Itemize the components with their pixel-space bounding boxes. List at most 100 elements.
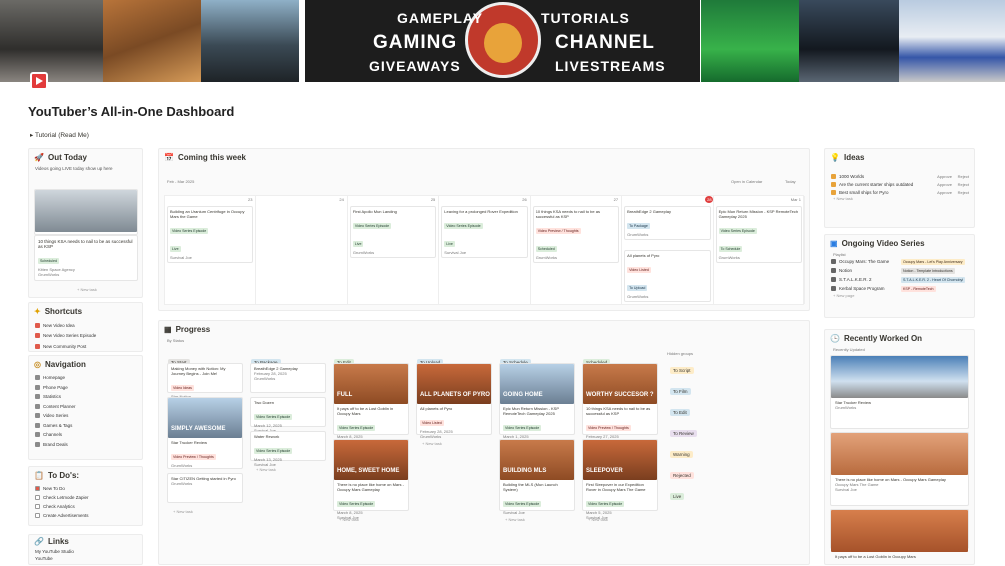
reject-button[interactable]: Reject <box>958 190 969 195</box>
todo-item[interactable]: New To Do <box>29 484 142 493</box>
recent-item[interactable]: Star Trucker Review GrumWorks <box>830 355 969 429</box>
recent-item[interactable]: It pays off to be a Lost Goblin in Occup… <box>830 509 969 559</box>
calendar-event[interactable]: First Apollo Mun Landing Video Series Epi… <box>349 206 437 258</box>
todo-item[interactable]: Check Letmode Zapier <box>29 493 142 502</box>
todo-item[interactable]: Check Analytics <box>29 502 142 511</box>
shortcut-item[interactable]: New Video Series Episode <box>29 331 142 342</box>
link-item[interactable]: YouTube <box>29 555 142 562</box>
ideas-header: 💡 Ideas <box>825 149 974 166</box>
board-card[interactable]: Water Rework Video Series Episode March 13… <box>250 431 326 467</box>
board-card[interactable]: GOING HOME Epic Mun Return Mission - KSP … <box>499 363 575 444</box>
board-card[interactable]: Two Dozen Video Series Episode March 12, 2… <box>250 397 326 433</box>
nav-item[interactable]: Phone Page <box>29 383 142 393</box>
hidden-group-item[interactable]: Rejected <box>667 464 697 482</box>
today-button[interactable]: Today <box>785 179 796 184</box>
card-tag: Video Series Episode <box>254 448 293 454</box>
event-tag: Video Series Episode <box>352 223 392 229</box>
hidden-group-item[interactable]: To Edit <box>667 401 697 419</box>
calendar-day[interactable]: 26 Leaving for a prolonged Rover Expediti… <box>439 196 531 304</box>
reject-button[interactable]: Reject <box>958 182 969 187</box>
series-item[interactable]: Occupy Mars: The Game Occupy Mars - Let's… <box>825 257 974 266</box>
checkbox[interactable] <box>35 495 40 500</box>
approve-button[interactable]: Approve <box>937 174 952 179</box>
reject-button[interactable]: Reject <box>958 174 969 179</box>
nav-item[interactable]: Video Series <box>29 411 142 421</box>
board-card[interactable]: SLEEPOVER First Sleepover in our Expediti… <box>582 439 658 520</box>
nav-label: Channels <box>43 432 63 438</box>
shortcut-item[interactable]: New Video Idea <box>29 320 142 331</box>
nav-item[interactable]: Content Planner <box>29 402 142 412</box>
board-card[interactable]: WORTHY SUCCESOR ? 10 things KSA needs to … <box>582 363 658 444</box>
board-card[interactable]: FULL It pays off to be a Lost Goblin in O… <box>333 363 409 444</box>
tutorial-toggle[interactable]: ▸ Tutorial (Read Me) <box>30 131 89 139</box>
shortcut-item[interactable]: New Community Post <box>29 341 142 352</box>
recent-view[interactable]: Recently Updated <box>825 347 974 352</box>
event-tag: Video Listed <box>627 267 651 273</box>
checkbox[interactable] <box>35 504 40 509</box>
new-task-button[interactable]: + New task <box>331 517 359 522</box>
card-owner: GrumWorks <box>171 463 193 468</box>
series-item[interactable]: Notion Notion - Template Introductions <box>825 266 974 275</box>
progress-view[interactable]: By Status <box>159 338 809 343</box>
out-today-title: Out Today <box>47 153 87 162</box>
hidden-group-item[interactable]: To Review <box>667 422 697 440</box>
board-card[interactable]: Making Money with Notion: My Journey Beg… <box>167 363 243 399</box>
calendar-event[interactable]: 10 things KSA needs to nail to be as suc… <box>532 206 620 263</box>
new-page-button[interactable]: + New page <box>825 293 974 298</box>
series-item[interactable]: Kerbal Space Program KSP - RemoteTech <box>825 284 974 293</box>
calendar-event[interactable]: BreathEdge 2 Gameplay To Package GrumWorks <box>624 206 711 240</box>
checkbox[interactable] <box>35 513 40 518</box>
nav-item[interactable]: Statistics <box>29 392 142 402</box>
todo-item[interactable]: Create Advertisements <box>29 511 142 520</box>
hidden-group-item[interactable]: Warning <box>667 443 697 461</box>
idea-item[interactable]: Are the current starter ships outdated Ap… <box>825 180 974 188</box>
new-task-button[interactable]: + New task <box>248 467 276 472</box>
calendar-event[interactable]: All planets of Pyro Video Listed To Upload… <box>624 250 711 302</box>
board-card[interactable]: SIMPLY AWESOME Star Trucker Review Video P… <box>167 397 243 469</box>
day-number: 25 <box>430 197 436 202</box>
new-task-button[interactable]: + New task <box>825 196 974 201</box>
new-task-button[interactable]: + New task <box>580 517 608 522</box>
calendar-day[interactable]: Mar 1 Epic Mun Return Mission - KSP Remot… <box>714 196 805 304</box>
board-card[interactable]: Star CITIZEN Getting started in Pyro Grum… <box>167 473 243 503</box>
recent-item[interactable]: There is no place like home on Mars - Oc… <box>830 432 969 506</box>
new-task-button[interactable]: + New task <box>69 287 97 292</box>
approve-button[interactable]: Approve <box>937 190 952 195</box>
approve-button[interactable]: Approve <box>937 182 952 187</box>
board-card[interactable]: BreathEdge 2 Gameplay February 28, 2025 Gr… <box>250 363 326 393</box>
board-card[interactable]: BUILDING MLS Building the MLS (Mun Launch… <box>499 439 575 515</box>
calendar-day[interactable]: 23 Building an Uranium Centrifuge in Occu… <box>165 196 257 304</box>
new-task-button[interactable]: + New task <box>497 517 525 522</box>
hidden-group-item[interactable]: To Script <box>667 359 697 377</box>
open-calendar-button[interactable]: Open in Calendar <box>731 179 762 184</box>
calendar-day[interactable]: 24 <box>256 196 348 304</box>
hidden-group-item[interactable]: Live <box>667 485 697 503</box>
out-today-task[interactable]: 10 things KSA needs to nail to be as suc… <box>34 235 138 281</box>
nav-item[interactable]: Brand Deals <box>29 440 142 450</box>
calendar-event[interactable]: Leaving for a prolonged Rover Expedition… <box>441 206 528 258</box>
banner-tutorials: TUTORIALS <box>541 10 630 26</box>
video-thumbnail: BUILDING MLS <box>500 440 574 480</box>
link-item[interactable]: My YouTube Studio <box>29 548 142 555</box>
calendar-day[interactable]: 27 10 things KSA needs to nail to be as s… <box>531 196 623 304</box>
new-task-button[interactable]: + New task <box>165 509 193 514</box>
board-card[interactable]: ALL PLANETS OF PYRO All planets of Pyro Vi… <box>416 363 492 439</box>
calendar-event[interactable]: Building an Uranium Centrifuge in Occupy… <box>167 206 254 263</box>
calendar-day[interactable]: 25 First Apollo Mun Landing Video Series E… <box>348 196 440 304</box>
nav-item[interactable]: Games & Tags <box>29 421 142 431</box>
nav-item[interactable]: Homepage <box>29 373 142 383</box>
series-item[interactable]: S.T.A.L.K.E.R. 2 S.T.A.L.K.E.R. 2 - Heart… <box>825 275 974 284</box>
idea-item[interactable]: 1000 Worlds Approve Reject <box>825 172 974 180</box>
new-task-button[interactable]: + New task <box>414 441 442 446</box>
todo-title: To Do's: <box>47 471 80 480</box>
calendar-event[interactable]: Epic Mun Return Mission - KSP RemoteTech… <box>715 206 802 263</box>
banner-photo-3 <box>201 0 299 82</box>
board-card[interactable]: HOME, SWEET HOME There is no place like h… <box>333 439 409 520</box>
idea-item[interactable]: Best small ships for Pyro Approve Reject <box>825 188 974 196</box>
checkbox[interactable] <box>35 486 40 491</box>
out-today-entry[interactable] <box>34 189 138 235</box>
hidden-group-item[interactable]: To Film <box>667 380 697 398</box>
series-name: Occupy Mars: The Game <box>839 259 890 264</box>
nav-item[interactable]: Channels <box>29 430 142 440</box>
calendar-day[interactable]: 28 BreathEdge 2 Gameplay To Package GrumWor… <box>622 196 714 304</box>
